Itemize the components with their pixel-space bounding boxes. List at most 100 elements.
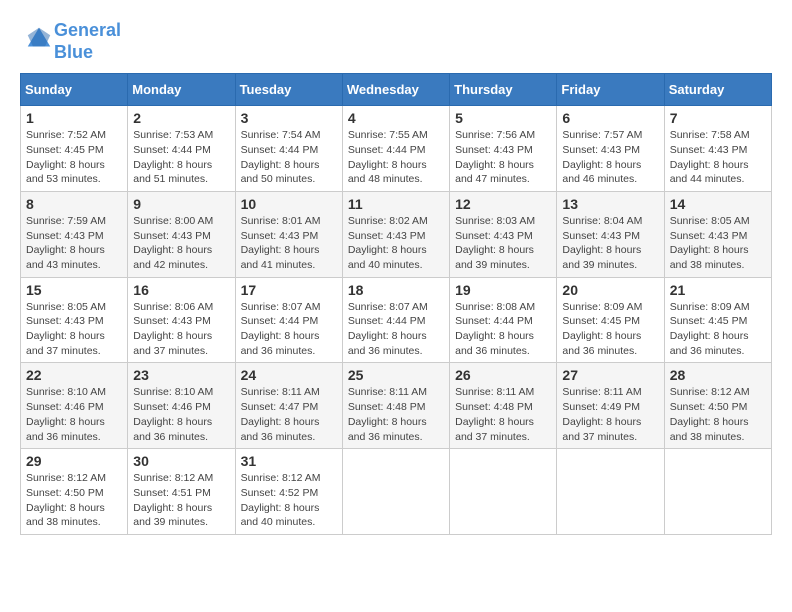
day-number: 26: [455, 367, 551, 383]
day-info: Sunrise: 8:01 AM Sunset: 4:43 PM Dayligh…: [241, 215, 321, 271]
weekday-header-tuesday: Tuesday: [235, 74, 342, 106]
calendar-cell: 16 Sunrise: 8:06 AM Sunset: 4:43 PM Dayl…: [128, 277, 235, 363]
calendar-cell: 2 Sunrise: 7:53 AM Sunset: 4:44 PM Dayli…: [128, 106, 235, 192]
day-number: 18: [348, 282, 444, 298]
day-info: Sunrise: 7:58 AM Sunset: 4:43 PM Dayligh…: [670, 129, 750, 185]
day-info: Sunrise: 7:59 AM Sunset: 4:43 PM Dayligh…: [26, 215, 106, 271]
calendar-cell: 3 Sunrise: 7:54 AM Sunset: 4:44 PM Dayli…: [235, 106, 342, 192]
calendar-cell: 30 Sunrise: 8:12 AM Sunset: 4:51 PM Dayl…: [128, 449, 235, 535]
day-number: 20: [562, 282, 658, 298]
day-number: 1: [26, 110, 122, 126]
calendar-cell: [557, 449, 664, 535]
logo-icon: [24, 24, 54, 54]
calendar-cell: 14 Sunrise: 8:05 AM Sunset: 4:43 PM Dayl…: [664, 191, 771, 277]
day-info: Sunrise: 7:52 AM Sunset: 4:45 PM Dayligh…: [26, 129, 106, 185]
calendar-cell: 18 Sunrise: 8:07 AM Sunset: 4:44 PM Dayl…: [342, 277, 449, 363]
day-info: Sunrise: 8:07 AM Sunset: 4:44 PM Dayligh…: [348, 301, 428, 357]
day-info: Sunrise: 7:55 AM Sunset: 4:44 PM Dayligh…: [348, 129, 428, 185]
day-number: 24: [241, 367, 337, 383]
calendar-cell: 21 Sunrise: 8:09 AM Sunset: 4:45 PM Dayl…: [664, 277, 771, 363]
day-info: Sunrise: 8:10 AM Sunset: 4:46 PM Dayligh…: [26, 386, 106, 442]
calendar-cell: [664, 449, 771, 535]
day-number: 8: [26, 196, 122, 212]
day-info: Sunrise: 8:11 AM Sunset: 4:49 PM Dayligh…: [562, 386, 641, 442]
weekday-header-thursday: Thursday: [450, 74, 557, 106]
day-number: 6: [562, 110, 658, 126]
weekday-header-sunday: Sunday: [21, 74, 128, 106]
day-info: Sunrise: 8:09 AM Sunset: 4:45 PM Dayligh…: [670, 301, 750, 357]
calendar-cell: 4 Sunrise: 7:55 AM Sunset: 4:44 PM Dayli…: [342, 106, 449, 192]
calendar-week-row: 8 Sunrise: 7:59 AM Sunset: 4:43 PM Dayli…: [21, 191, 772, 277]
day-info: Sunrise: 8:07 AM Sunset: 4:44 PM Dayligh…: [241, 301, 321, 357]
day-number: 30: [133, 453, 229, 469]
day-number: 21: [670, 282, 766, 298]
day-info: Sunrise: 8:10 AM Sunset: 4:46 PM Dayligh…: [133, 386, 213, 442]
day-number: 23: [133, 367, 229, 383]
day-info: Sunrise: 8:02 AM Sunset: 4:43 PM Dayligh…: [348, 215, 428, 271]
calendar-cell: 23 Sunrise: 8:10 AM Sunset: 4:46 PM Dayl…: [128, 363, 235, 449]
day-number: 12: [455, 196, 551, 212]
day-info: Sunrise: 8:12 AM Sunset: 4:52 PM Dayligh…: [241, 472, 321, 528]
day-number: 5: [455, 110, 551, 126]
calendar-cell: [450, 449, 557, 535]
calendar-cell: 12 Sunrise: 8:03 AM Sunset: 4:43 PM Dayl…: [450, 191, 557, 277]
calendar-cell: 24 Sunrise: 8:11 AM Sunset: 4:47 PM Dayl…: [235, 363, 342, 449]
calendar-week-row: 22 Sunrise: 8:10 AM Sunset: 4:46 PM Dayl…: [21, 363, 772, 449]
calendar-cell: 5 Sunrise: 7:56 AM Sunset: 4:43 PM Dayli…: [450, 106, 557, 192]
day-info: Sunrise: 8:04 AM Sunset: 4:43 PM Dayligh…: [562, 215, 642, 271]
day-number: 15: [26, 282, 122, 298]
day-number: 13: [562, 196, 658, 212]
calendar-cell: 25 Sunrise: 8:11 AM Sunset: 4:48 PM Dayl…: [342, 363, 449, 449]
calendar-cell: 29 Sunrise: 8:12 AM Sunset: 4:50 PM Dayl…: [21, 449, 128, 535]
day-number: 10: [241, 196, 337, 212]
day-info: Sunrise: 7:53 AM Sunset: 4:44 PM Dayligh…: [133, 129, 213, 185]
calendar-cell: [342, 449, 449, 535]
day-info: Sunrise: 8:11 AM Sunset: 4:48 PM Dayligh…: [455, 386, 534, 442]
weekday-header-wednesday: Wednesday: [342, 74, 449, 106]
calendar-cell: 6 Sunrise: 7:57 AM Sunset: 4:43 PM Dayli…: [557, 106, 664, 192]
day-number: 2: [133, 110, 229, 126]
calendar-cell: 28 Sunrise: 8:12 AM Sunset: 4:50 PM Dayl…: [664, 363, 771, 449]
calendar-cell: 13 Sunrise: 8:04 AM Sunset: 4:43 PM Dayl…: [557, 191, 664, 277]
page-header: General Blue: [20, 20, 772, 63]
calendar-header-row: SundayMondayTuesdayWednesdayThursdayFrid…: [21, 74, 772, 106]
day-info: Sunrise: 7:57 AM Sunset: 4:43 PM Dayligh…: [562, 129, 642, 185]
day-info: Sunrise: 8:03 AM Sunset: 4:43 PM Dayligh…: [455, 215, 535, 271]
calendar-cell: 26 Sunrise: 8:11 AM Sunset: 4:48 PM Dayl…: [450, 363, 557, 449]
calendar-week-row: 15 Sunrise: 8:05 AM Sunset: 4:43 PM Dayl…: [21, 277, 772, 363]
logo: General Blue: [20, 20, 121, 63]
calendar-week-row: 1 Sunrise: 7:52 AM Sunset: 4:45 PM Dayli…: [21, 106, 772, 192]
day-number: 22: [26, 367, 122, 383]
day-info: Sunrise: 8:11 AM Sunset: 4:47 PM Dayligh…: [241, 386, 320, 442]
day-number: 9: [133, 196, 229, 212]
calendar-cell: 27 Sunrise: 8:11 AM Sunset: 4:49 PM Dayl…: [557, 363, 664, 449]
day-info: Sunrise: 8:12 AM Sunset: 4:51 PM Dayligh…: [133, 472, 213, 528]
day-number: 27: [562, 367, 658, 383]
day-info: Sunrise: 8:08 AM Sunset: 4:44 PM Dayligh…: [455, 301, 535, 357]
day-number: 28: [670, 367, 766, 383]
calendar-cell: 31 Sunrise: 8:12 AM Sunset: 4:52 PM Dayl…: [235, 449, 342, 535]
calendar-cell: 9 Sunrise: 8:00 AM Sunset: 4:43 PM Dayli…: [128, 191, 235, 277]
logo-text: General Blue: [54, 20, 121, 63]
day-number: 19: [455, 282, 551, 298]
day-info: Sunrise: 7:54 AM Sunset: 4:44 PM Dayligh…: [241, 129, 321, 185]
calendar-week-row: 29 Sunrise: 8:12 AM Sunset: 4:50 PM Dayl…: [21, 449, 772, 535]
day-number: 3: [241, 110, 337, 126]
day-number: 25: [348, 367, 444, 383]
calendar-cell: 15 Sunrise: 8:05 AM Sunset: 4:43 PM Dayl…: [21, 277, 128, 363]
weekday-header-saturday: Saturday: [664, 74, 771, 106]
day-info: Sunrise: 8:11 AM Sunset: 4:48 PM Dayligh…: [348, 386, 427, 442]
day-number: 16: [133, 282, 229, 298]
day-info: Sunrise: 8:12 AM Sunset: 4:50 PM Dayligh…: [26, 472, 106, 528]
calendar-cell: 17 Sunrise: 8:07 AM Sunset: 4:44 PM Dayl…: [235, 277, 342, 363]
day-number: 7: [670, 110, 766, 126]
day-number: 31: [241, 453, 337, 469]
day-info: Sunrise: 7:56 AM Sunset: 4:43 PM Dayligh…: [455, 129, 535, 185]
calendar-cell: 1 Sunrise: 7:52 AM Sunset: 4:45 PM Dayli…: [21, 106, 128, 192]
day-number: 4: [348, 110, 444, 126]
day-number: 14: [670, 196, 766, 212]
day-info: Sunrise: 8:05 AM Sunset: 4:43 PM Dayligh…: [670, 215, 750, 271]
day-number: 29: [26, 453, 122, 469]
calendar-cell: 10 Sunrise: 8:01 AM Sunset: 4:43 PM Dayl…: [235, 191, 342, 277]
day-number: 17: [241, 282, 337, 298]
